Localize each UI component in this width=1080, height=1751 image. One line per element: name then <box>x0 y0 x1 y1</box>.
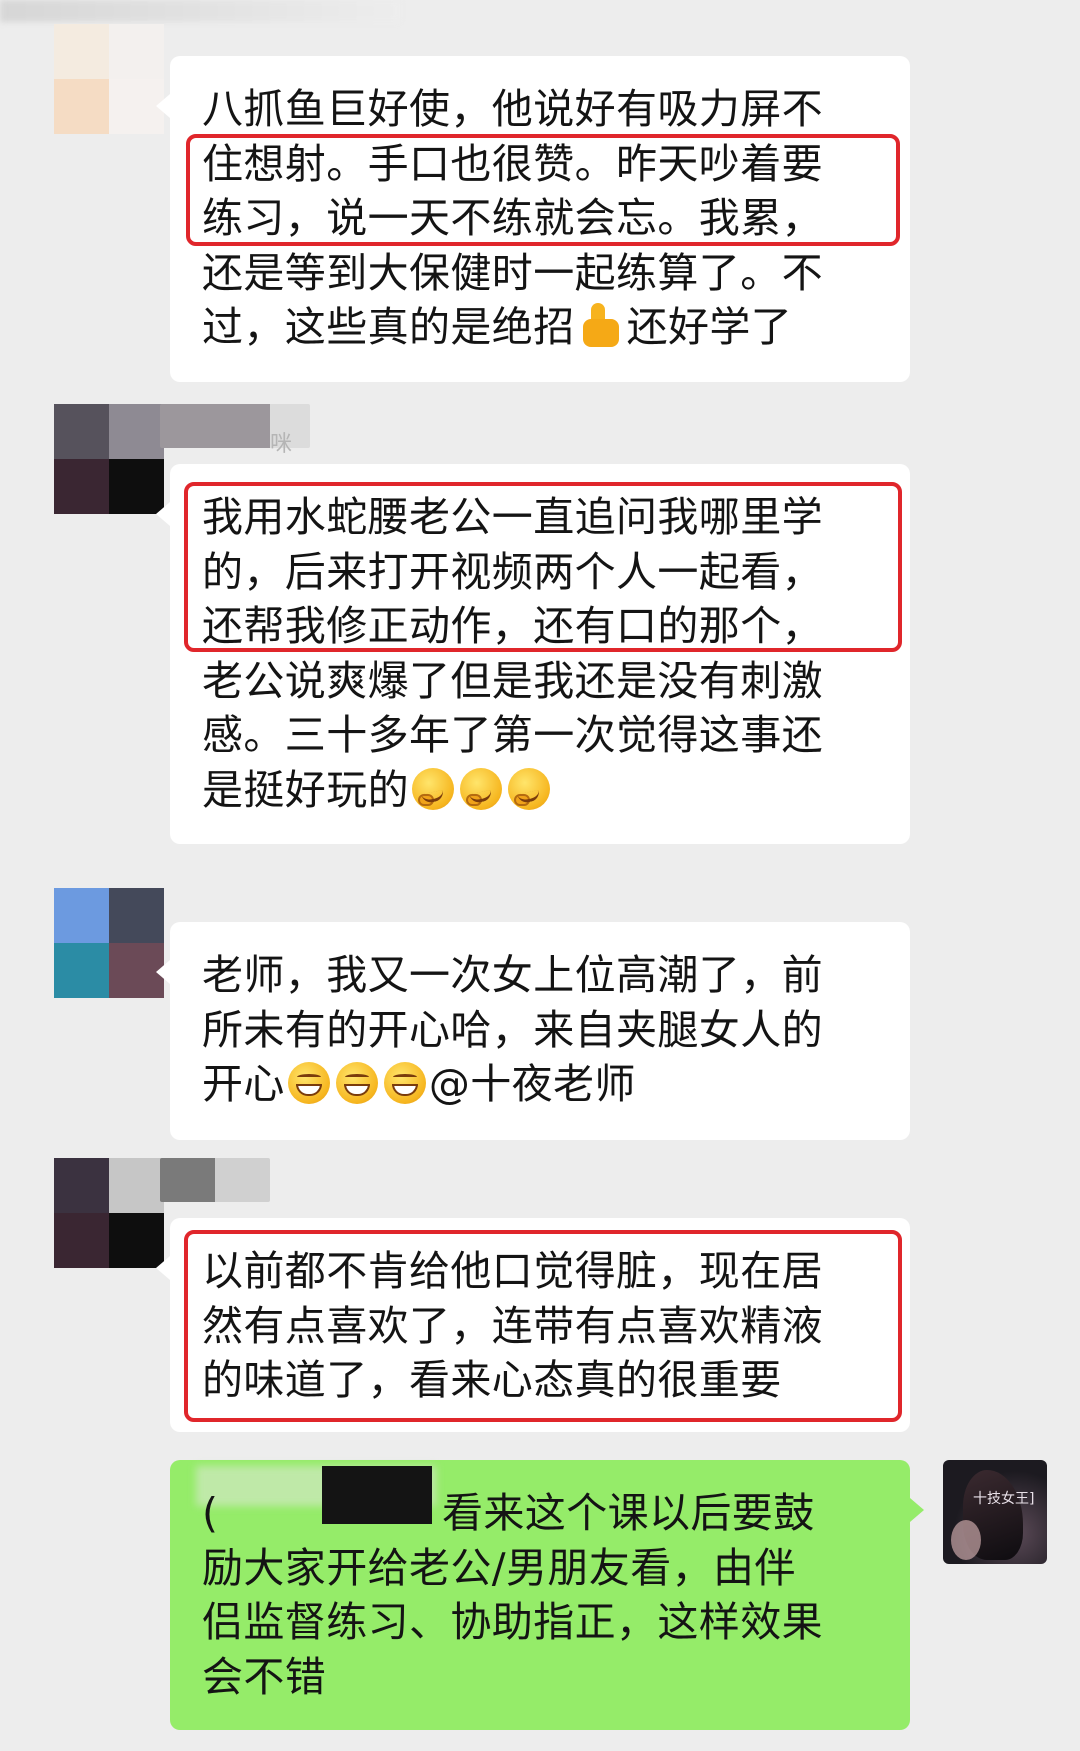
smirk-face-icon <box>412 767 454 810</box>
sender-name-fragment: 咪 <box>270 432 293 457</box>
message-text: 老师，我又一次女上位高潮了，前 所未有的开心哈，来自夹腿女人的 开心 @十夜老师 <box>202 951 823 1108</box>
smirk-face-icon <box>460 767 502 810</box>
top-redacted-strip <box>0 0 400 22</box>
grin-face-icon <box>287 1062 330 1104</box>
avatar[interactable] <box>54 24 164 134</box>
avatar[interactable]: 十技女王] <box>943 1460 1047 1564</box>
grin-face-icon <box>335 1062 378 1104</box>
avatar[interactable] <box>54 404 164 514</box>
highlight-box <box>186 134 900 246</box>
avatar[interactable] <box>54 888 164 998</box>
grin-face-icon <box>383 1062 426 1104</box>
sender-name-redacted <box>160 1158 270 1202</box>
avatar-watermark: 十技女王] <box>973 1491 1035 1507</box>
thumbs-up-icon <box>577 303 625 349</box>
avatar[interactable] <box>54 1158 164 1268</box>
smirk-face-icon <box>508 767 550 810</box>
highlight-box <box>184 482 902 652</box>
highlight-box <box>184 1230 902 1422</box>
message-text: (看来这个课以后要鼓 励大家开给老公/男朋友看，由伴 侣监督练习、协助指正，这样… <box>202 1489 823 1701</box>
